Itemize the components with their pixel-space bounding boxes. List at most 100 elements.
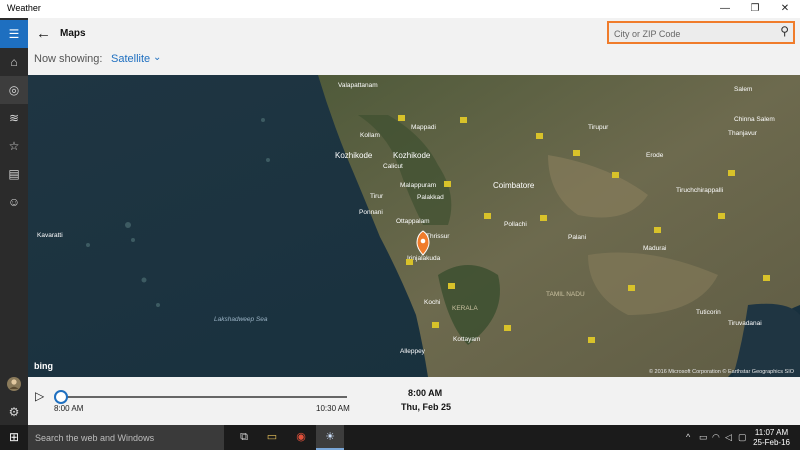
taskbar-clock[interactable]: 11:07 AM 25-Feb-16 xyxy=(753,428,790,448)
map-label: Coimbatore xyxy=(493,181,535,190)
taskbar-search-placeholder: Search the web and Windows xyxy=(35,433,155,443)
highway-marker xyxy=(432,322,439,328)
map-label: Kottayam xyxy=(453,336,480,343)
timeline-slider-handle[interactable] xyxy=(54,390,68,404)
play-button[interactable]: ▷ xyxy=(35,389,44,403)
page-title: Maps xyxy=(60,28,86,39)
hamburger-icon: ☰ xyxy=(8,27,20,41)
page-header: ← Maps Now showing: Satellite ⌄ ⚲ xyxy=(28,18,800,75)
highway-marker xyxy=(484,213,491,219)
map-label: Kozhikode xyxy=(393,151,431,160)
search-box[interactable]: ⚲ xyxy=(607,21,795,44)
highway-marker xyxy=(460,117,467,123)
map-label: Pollachi xyxy=(504,221,527,228)
highway-marker xyxy=(406,259,413,265)
map-label: Erode xyxy=(646,152,664,159)
sidebar-item-places[interactable]: ☆ xyxy=(0,132,28,160)
maps-icon: ◎ xyxy=(8,83,20,97)
account-button[interactable] xyxy=(0,370,28,398)
home-icon: ⌂ xyxy=(10,55,18,69)
map-type-dropdown[interactable]: Satellite xyxy=(111,53,150,65)
map-label: Valapattanam xyxy=(338,82,378,89)
map-label: Kozhikode xyxy=(335,151,373,160)
map-label: Tiruchchirappalli xyxy=(676,187,723,194)
sidebar-item-historical[interactable]: ≋ xyxy=(0,104,28,132)
current-date: Thu, Feb 25 xyxy=(401,402,452,412)
close-button[interactable]: ✕ xyxy=(770,0,800,18)
map-label: Tiruvadanai xyxy=(728,320,762,327)
places-star-icon: ☆ xyxy=(8,139,20,153)
map-label: Palani xyxy=(568,234,586,241)
highway-marker xyxy=(536,133,543,139)
action-center-icon[interactable]: ▢ xyxy=(738,425,747,450)
map-label: Mappadi xyxy=(411,124,436,131)
highway-marker xyxy=(612,172,619,178)
task-view-icon[interactable]: ⧉ xyxy=(230,425,258,450)
network-icon[interactable]: ◠ xyxy=(712,425,720,450)
map-label: Kavaratti xyxy=(37,232,63,239)
clock-date: 25-Feb-16 xyxy=(753,438,790,447)
settings-button[interactable]: ⚙ xyxy=(0,398,28,426)
nav-sidebar: ☰ ⌂ ◎ ≋ ☆ ▤ ☺ ⚙ xyxy=(0,18,28,425)
map-label: Ottappalam xyxy=(396,218,430,225)
chrome-icon[interactable]: ◉ xyxy=(287,425,315,450)
timeline-end-time: 10:30 AM xyxy=(316,404,350,413)
maximize-button[interactable]: ❐ xyxy=(740,0,770,18)
map-label: TAMIL NADU xyxy=(546,291,585,298)
map-label: Palakkad xyxy=(417,194,444,201)
app-title: Weather xyxy=(7,3,41,13)
back-button[interactable]: ← xyxy=(36,25,51,42)
sidebar-item-feedback[interactable]: ☺ xyxy=(0,188,28,216)
highway-marker xyxy=(573,150,580,156)
volume-icon[interactable]: ◁ xyxy=(725,425,732,450)
map-label: Thanjavur xyxy=(728,130,758,137)
timeline-start-time: 8:00 AM xyxy=(54,404,84,413)
map-label: Tirur xyxy=(370,193,384,200)
avatar-icon xyxy=(7,377,21,391)
timeline-bar: ▷ 8:00 AM 10:30 AM 8:00 AM Thu, Feb 25 xyxy=(28,377,800,425)
map-label: Tuticorin xyxy=(696,309,721,316)
satellite-map[interactable]: Valapattanam Kollam Kozhikode Kozhikode … xyxy=(28,75,800,377)
news-icon: ▤ xyxy=(8,167,20,181)
map-label: Kollam xyxy=(360,132,380,139)
historical-chart-icon: ≋ xyxy=(8,111,20,125)
map-label: Malappuram xyxy=(400,182,436,189)
highway-marker xyxy=(588,337,595,343)
map-canvas[interactable]: Valapattanam Kollam Kozhikode Kozhikode … xyxy=(28,75,800,377)
city-search-input[interactable] xyxy=(612,25,776,42)
taskbar-search-box[interactable]: Search the web and Windows xyxy=(28,425,224,450)
timeline-track[interactable] xyxy=(61,396,347,398)
map-label: Lakshadweep Sea xyxy=(214,316,268,323)
highway-marker xyxy=(728,170,735,176)
weather-app-icon[interactable]: ☀ xyxy=(316,425,344,450)
map-copyright: © 2016 Microsoft Corporation © Earthstar… xyxy=(648,369,794,375)
current-time: 8:00 AM xyxy=(408,388,443,398)
sidebar-item-news[interactable]: ▤ xyxy=(0,160,28,188)
battery-icon[interactable]: ▭ xyxy=(699,425,708,450)
highway-marker xyxy=(540,215,547,221)
map-label: Thrissur xyxy=(426,233,450,240)
map-label: Calicut xyxy=(383,163,403,170)
sidebar-item-forecast[interactable]: ⌂ xyxy=(0,48,28,76)
map-label: Chinna Salem xyxy=(734,116,775,123)
now-showing-label: Now showing: xyxy=(34,53,103,65)
map-label: Salem xyxy=(734,86,752,93)
clock-time: 11:07 AM xyxy=(754,428,789,437)
feedback-smiley-icon: ☺ xyxy=(7,195,21,209)
sidebar-item-maps[interactable]: ◎ xyxy=(0,76,28,104)
hamburger-menu-button[interactable]: ☰ xyxy=(0,20,28,48)
chevron-down-icon[interactable]: ⌄ xyxy=(153,52,161,63)
highway-marker xyxy=(448,283,455,289)
windows-start-button[interactable]: ⊞ xyxy=(0,425,28,450)
search-icon[interactable]: ⚲ xyxy=(780,24,789,38)
taskbar: ⊞ Search the web and Windows ⧉ ▭ ◉ ☀ ^ ▭… xyxy=(0,425,800,450)
file-explorer-icon[interactable]: ▭ xyxy=(258,425,286,450)
highway-marker xyxy=(504,325,511,331)
tray-chevron-icon[interactable]: ^ xyxy=(686,425,690,450)
map-label: Ponnani xyxy=(359,209,383,216)
title-bar: Weather — ❐ ✕ xyxy=(0,0,800,18)
highway-marker xyxy=(654,227,661,233)
minimize-button[interactable]: — xyxy=(710,0,740,18)
highway-marker xyxy=(763,275,770,281)
map-label: Alleppey xyxy=(400,348,426,355)
